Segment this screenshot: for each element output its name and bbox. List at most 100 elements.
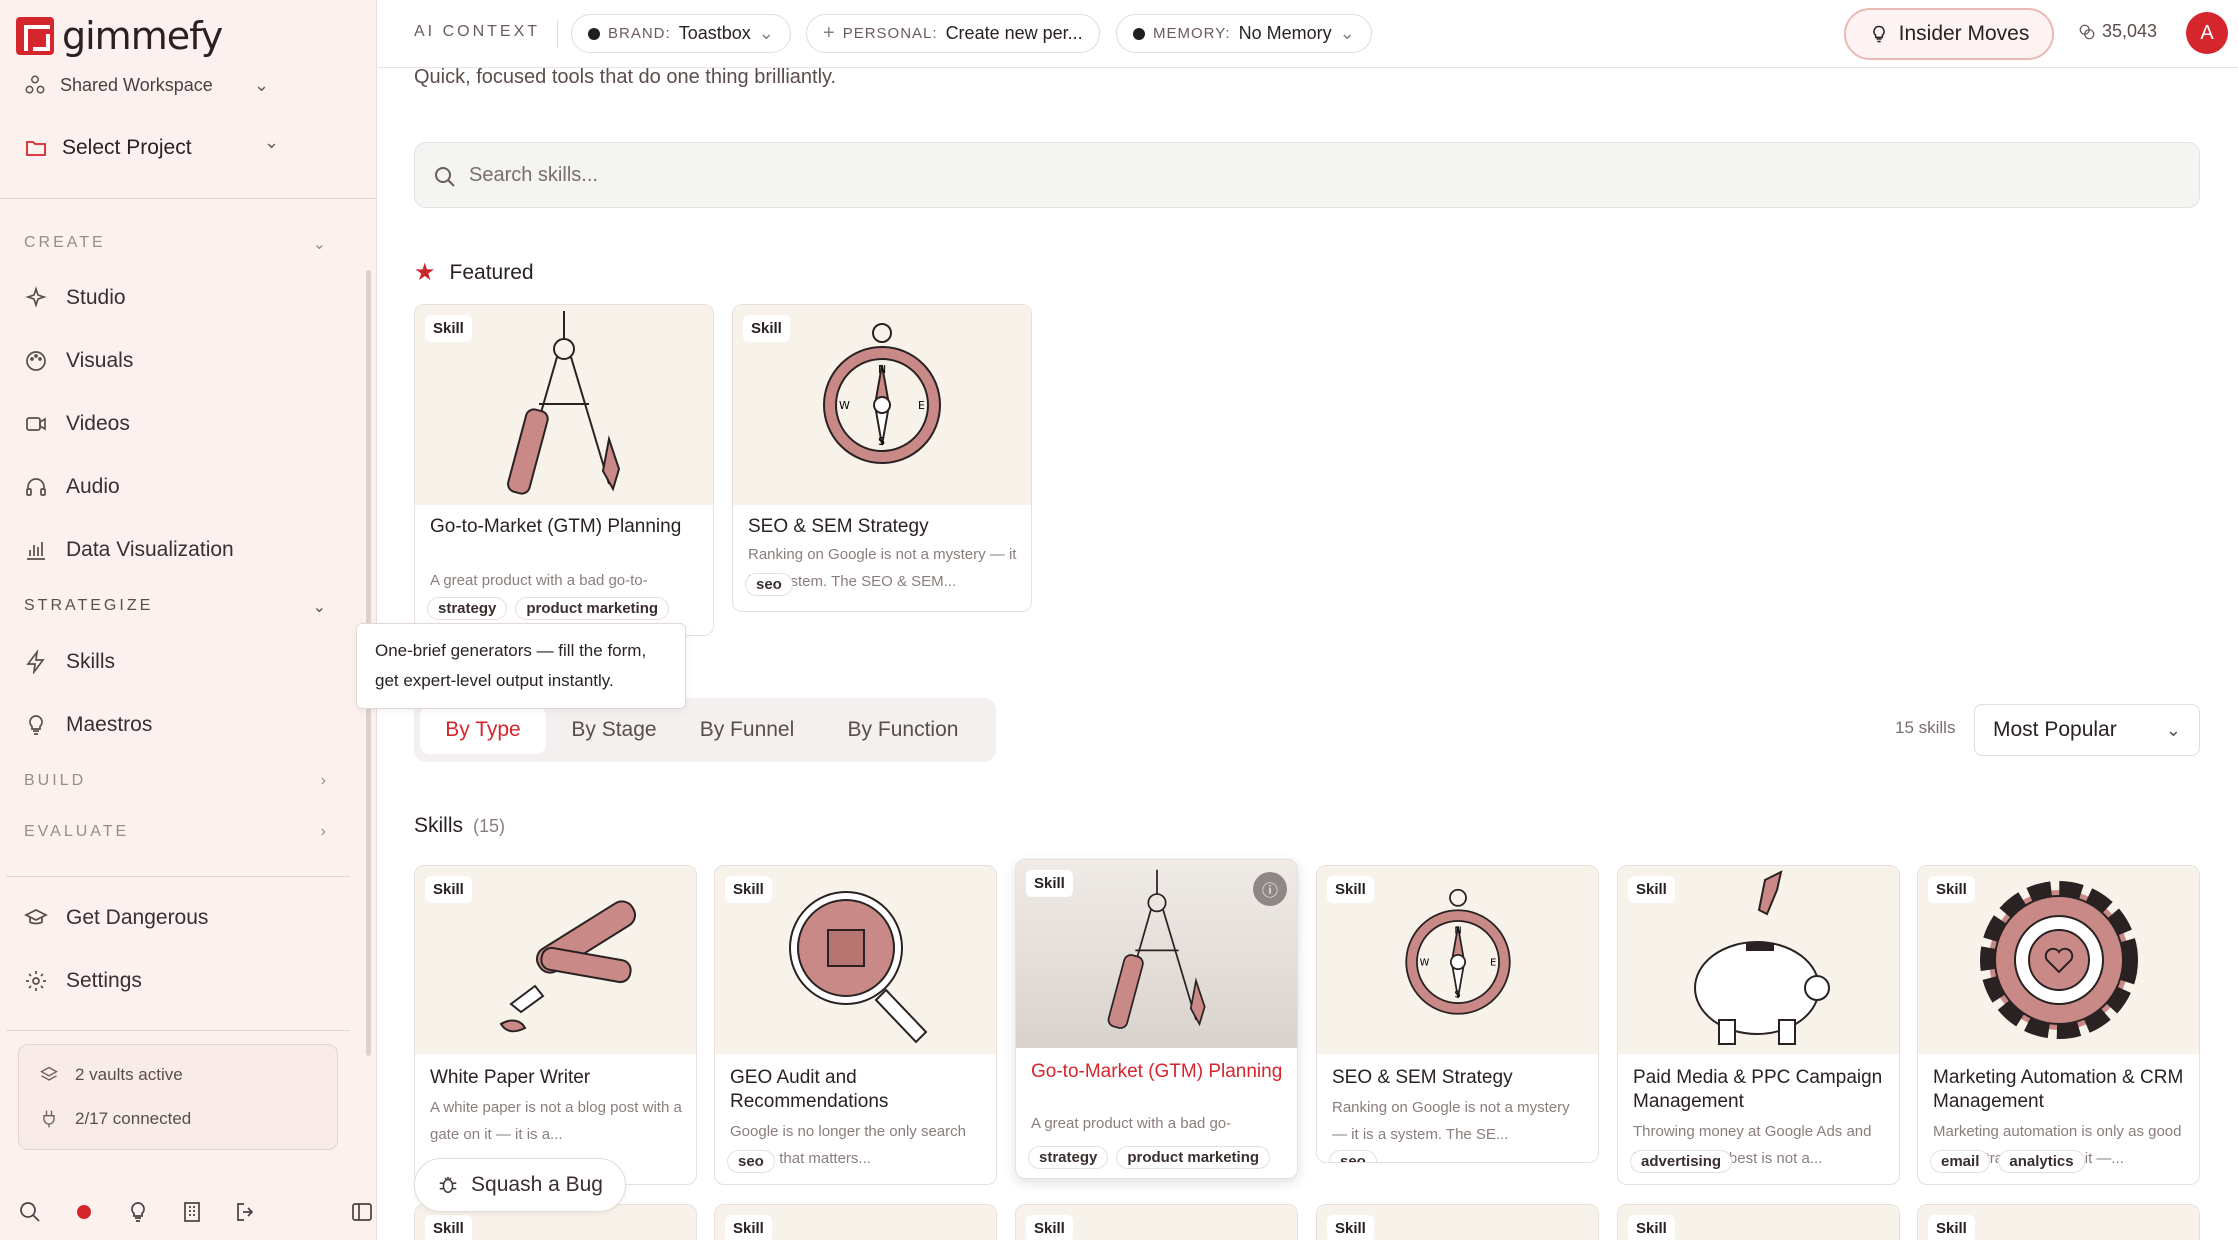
search-input[interactable] [469,143,2169,207]
card-title: Marketing Automation & CRM Management [1933,1067,2184,1112]
sort-select[interactable]: Most Popular ⌄ [1974,704,2200,756]
tab-by-funnel[interactable]: By Funnel [686,706,808,754]
skill-card-partial[interactable]: Skill [1917,1204,2200,1240]
sidebar-item-label: Data Visualization [66,538,234,561]
workspace-switcher[interactable]: Shared Workspace ⌄ [24,74,274,96]
project-selector[interactable]: Select Project ⌄ [24,132,284,160]
skill-card-partial[interactable]: Skill [1316,1204,1599,1240]
search-icon [435,167,455,187]
chip[interactable]: analytics [1998,1150,2085,1173]
skill-card-marketing-automation[interactable]: Skill Marketing Automation & CRM Managem… [1917,865,2200,1185]
chip[interactable]: advertising [1630,1150,1733,1173]
bug-icon [439,1176,457,1194]
chip[interactable]: email [1930,1150,1991,1173]
section-strategize[interactable]: STRATEGIZE ⌄ [24,597,329,617]
skill-card-gtm[interactable]: Skill ⓘ Go-to-Market (GTM) Planning A gr… [1015,859,1298,1179]
credits-balance[interactable]: 35,043 [2078,21,2157,42]
tab-by-function[interactable]: By Function [818,706,988,754]
featured-card-gtm[interactable]: Skill Go-to-Market (GTM) Planning A grea… [414,304,714,636]
chip[interactable]: seo [1329,1150,1377,1162]
insider-moves-button[interactable]: Insider Moves [1844,8,2054,60]
search-bar[interactable] [414,142,2200,208]
building-icon[interactable] [180,1200,204,1224]
section-evaluate-label: EVALUATE [24,823,130,840]
sidebar-item-skills[interactable]: Skills [24,650,115,674]
lightbulb-icon [1872,25,1885,43]
skill-card-seo[interactable]: N S W E Skill SEO & SEM Strategy Ranking… [1316,865,1599,1163]
gear-heart-icon [1979,881,2138,1039]
skill-card-partial[interactable]: Skill [1617,1204,1900,1240]
skill-card-geo-audit[interactable]: Skill GEO Audit and Recommendations Goog… [714,865,997,1185]
chip[interactable]: product marketing [515,597,670,620]
sidebar-item-videos[interactable]: Videos [24,412,130,436]
chip[interactable]: seo [745,573,793,596]
memory-selector[interactable]: MEMORY: No Memory ⌄ [1116,14,1372,53]
sidebar-collapse-icon[interactable] [350,1200,374,1224]
tab-by-type[interactable]: By Type [420,706,546,754]
logout-icon[interactable] [234,1200,258,1224]
gear-icon [26,971,46,991]
skill-card-white-paper[interactable]: Skill White Paper Writer A white paper i… [414,865,697,1185]
section-create[interactable]: CREATE ⌄ [24,234,329,254]
card-illustration: Skill [415,305,713,505]
divider [557,20,558,48]
personal-selector[interactable]: + PERSONAL: Create new per... [806,14,1100,53]
sidebar-item-label: Skills [66,650,116,673]
tab-by-stage[interactable]: By Stage [554,706,674,754]
sidebar-item-data-visualization[interactable]: Data Visualization [24,538,234,562]
chip[interactable]: seo [727,1150,775,1173]
skill-card-partial[interactable]: Skill [1015,1204,1298,1240]
lightbulb-icon[interactable] [126,1200,150,1224]
sidebar-item-visuals[interactable]: Visuals [24,349,133,373]
connected-label: 2/17 connected [75,1109,192,1128]
graduation-cap-icon [24,909,48,925]
card-title: Go-to-Market (GTM) Planning [430,516,682,537]
skills-heading: Skills (15) [414,814,505,838]
sidebar-item-audio[interactable]: Audio [24,475,120,499]
section-build[interactable]: BUILD › [24,772,329,790]
avatar[interactable]: A [2186,12,2228,54]
skills-title: Skills [414,814,464,837]
card-illustration: Skill [715,866,996,1054]
skills-tooltip: One-brief generators — fill the form, ge… [356,623,686,709]
sidebar-item-studio[interactable]: Studio [24,286,126,310]
svg-text:W: W [1419,958,1429,969]
brand-key: BRAND: [608,25,671,42]
workspace-icon [25,75,45,94]
chip[interactable]: strategy [427,597,508,620]
card-type-tag: Skill [1928,1215,1975,1240]
connected-row: 2/17 connected [39,1109,191,1129]
vault-status-panel[interactable]: 2 vaults active 2/17 connected [18,1044,338,1150]
squash-bug-button[interactable]: Squash a Bug [414,1158,626,1212]
skill-card-partial[interactable]: Skill [714,1204,997,1240]
sidebar-footer-actions [18,1200,374,1224]
card-type-tag: Skill [1327,876,1374,903]
search-icon[interactable] [18,1200,42,1224]
sidebar-item-get-dangerous[interactable]: Get Dangerous [24,906,208,930]
sidebar-item-label: Get Dangerous [66,906,209,929]
card-illustration: Skill [1618,866,1899,1054]
piggy-bank-icon [1693,870,1830,1045]
card-type-tag: Skill [425,315,472,342]
section-evaluate[interactable]: EVALUATE › [24,823,329,841]
personal-value: Create new per... [945,23,1083,43]
info-icon[interactable]: ⓘ [1253,872,1287,906]
sidebar-divider [0,198,377,199]
card-illustration: Skill [1918,866,2199,1054]
brand-selector[interactable]: BRAND: Toastbox ⌄ [571,14,791,53]
card-chips: email analytics [1930,1150,2085,1173]
card-type-tag: Skill [1928,876,1975,903]
sidebar-item-label: Maestros [66,713,153,736]
skill-card-paid-media[interactable]: Skill Paid Media & PPC Campaign Manageme… [1617,865,1900,1185]
app-logo[interactable]: gimmefy [16,14,223,58]
card-title: Go-to-Market (GTM) Planning [1031,1061,1283,1082]
sidebar-item-settings[interactable]: Settings [24,969,142,993]
card-type-tag: Skill [743,315,790,342]
featured-card-seo[interactable]: N S W E Skill SEO & SEM Strategy Ranking… [732,304,1032,612]
sidebar: gimmefy Shared Workspace ⌄ Select Projec… [0,0,377,1240]
card-illustration: Skill ⓘ [1016,860,1297,1048]
chip[interactable]: product marketing [1116,1146,1271,1169]
sidebar-item-maestros[interactable]: Maestros [24,713,152,737]
record-icon[interactable] [77,1205,91,1219]
chip[interactable]: strategy [1028,1146,1109,1169]
